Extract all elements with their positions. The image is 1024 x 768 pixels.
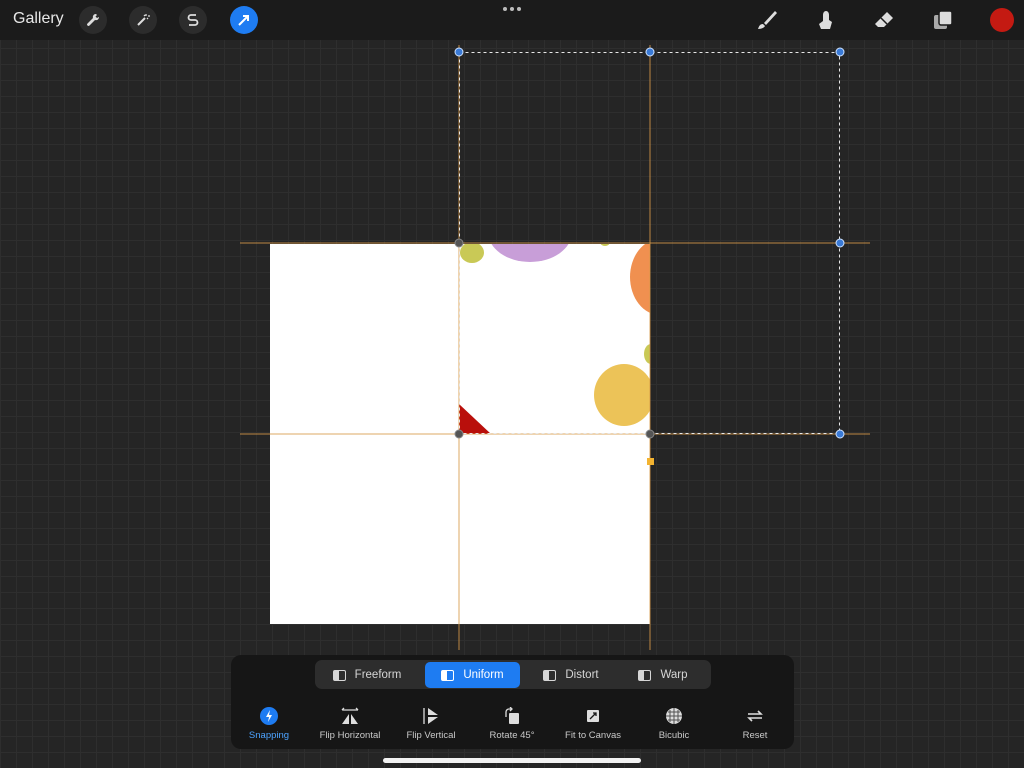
gallery-button[interactable]: Gallery bbox=[13, 10, 64, 28]
mode-warp[interactable]: Warp bbox=[620, 662, 706, 688]
warp-icon bbox=[638, 669, 652, 681]
transform-mode-selector: Freeform Uniform Distort Warp bbox=[315, 660, 711, 689]
layers-icon[interactable] bbox=[929, 6, 957, 34]
smudge-icon[interactable] bbox=[811, 6, 839, 34]
bicubic-button[interactable]: Bicubic bbox=[633, 706, 715, 741]
ellipsis-icon[interactable] bbox=[503, 5, 521, 13]
uniform-icon bbox=[441, 669, 455, 681]
orange-circle bbox=[630, 244, 650, 315]
color-picker-swatch[interactable] bbox=[990, 8, 1014, 32]
reset-icon bbox=[747, 710, 763, 722]
lavender-circle bbox=[488, 244, 572, 262]
transform-handle-bottom-left[interactable] bbox=[454, 429, 464, 439]
transform-bounds-right bbox=[650, 244, 840, 434]
home-indicator[interactable] bbox=[383, 758, 641, 763]
snapping-button[interactable]: Snapping bbox=[228, 706, 310, 741]
bicubic-icon bbox=[666, 708, 682, 724]
transform-arrow-icon[interactable] bbox=[230, 6, 258, 34]
eraser-icon[interactable] bbox=[870, 6, 898, 34]
rotate-icon bbox=[505, 707, 519, 724]
red-triangle bbox=[459, 404, 491, 434]
transform-handle-top-left[interactable] bbox=[454, 47, 464, 57]
flip-vertical-icon bbox=[423, 708, 438, 724]
wrench-icon[interactable] bbox=[79, 6, 107, 34]
mode-freeform[interactable]: Freeform bbox=[319, 662, 415, 688]
olive-dot bbox=[600, 244, 610, 246]
fit-to-canvas-icon bbox=[587, 710, 599, 722]
transform-handle-top-center[interactable] bbox=[645, 47, 655, 57]
lightning-icon bbox=[260, 707, 278, 725]
fit-to-canvas-button[interactable]: Fit to Canvas bbox=[552, 706, 634, 741]
flip-vertical-button[interactable]: Flip Vertical bbox=[390, 706, 472, 741]
rotate-45-button[interactable]: Rotate 45° bbox=[471, 706, 553, 741]
transform-handle-middle-right[interactable] bbox=[835, 238, 845, 248]
transform-handle-bottom-right[interactable] bbox=[835, 429, 845, 439]
mode-distort[interactable]: Distort bbox=[530, 662, 612, 688]
selection-s-icon[interactable] bbox=[179, 6, 207, 34]
transform-handle-bottom-center[interactable] bbox=[645, 429, 655, 439]
flip-horizontal-button[interactable]: Flip Horizontal bbox=[309, 706, 391, 741]
transform-handle-top-right[interactable] bbox=[835, 47, 845, 57]
distort-icon bbox=[543, 669, 557, 681]
rotation-handle[interactable] bbox=[647, 458, 654, 465]
freeform-icon bbox=[332, 669, 346, 681]
flip-horizontal-icon bbox=[341, 707, 359, 724]
reset-button[interactable]: Reset bbox=[714, 706, 796, 741]
transform-panel: Freeform Uniform Distort Warp Snapping F… bbox=[231, 655, 794, 749]
olive-circle-small bbox=[460, 244, 484, 263]
mode-uniform[interactable]: Uniform bbox=[425, 662, 520, 688]
magic-wand-icon[interactable] bbox=[129, 6, 157, 34]
transform-handle-middle-left[interactable] bbox=[454, 238, 464, 248]
brush-icon[interactable] bbox=[753, 6, 781, 34]
yellow-circle bbox=[594, 364, 650, 426]
top-toolbar: Gallery bbox=[0, 0, 1024, 40]
